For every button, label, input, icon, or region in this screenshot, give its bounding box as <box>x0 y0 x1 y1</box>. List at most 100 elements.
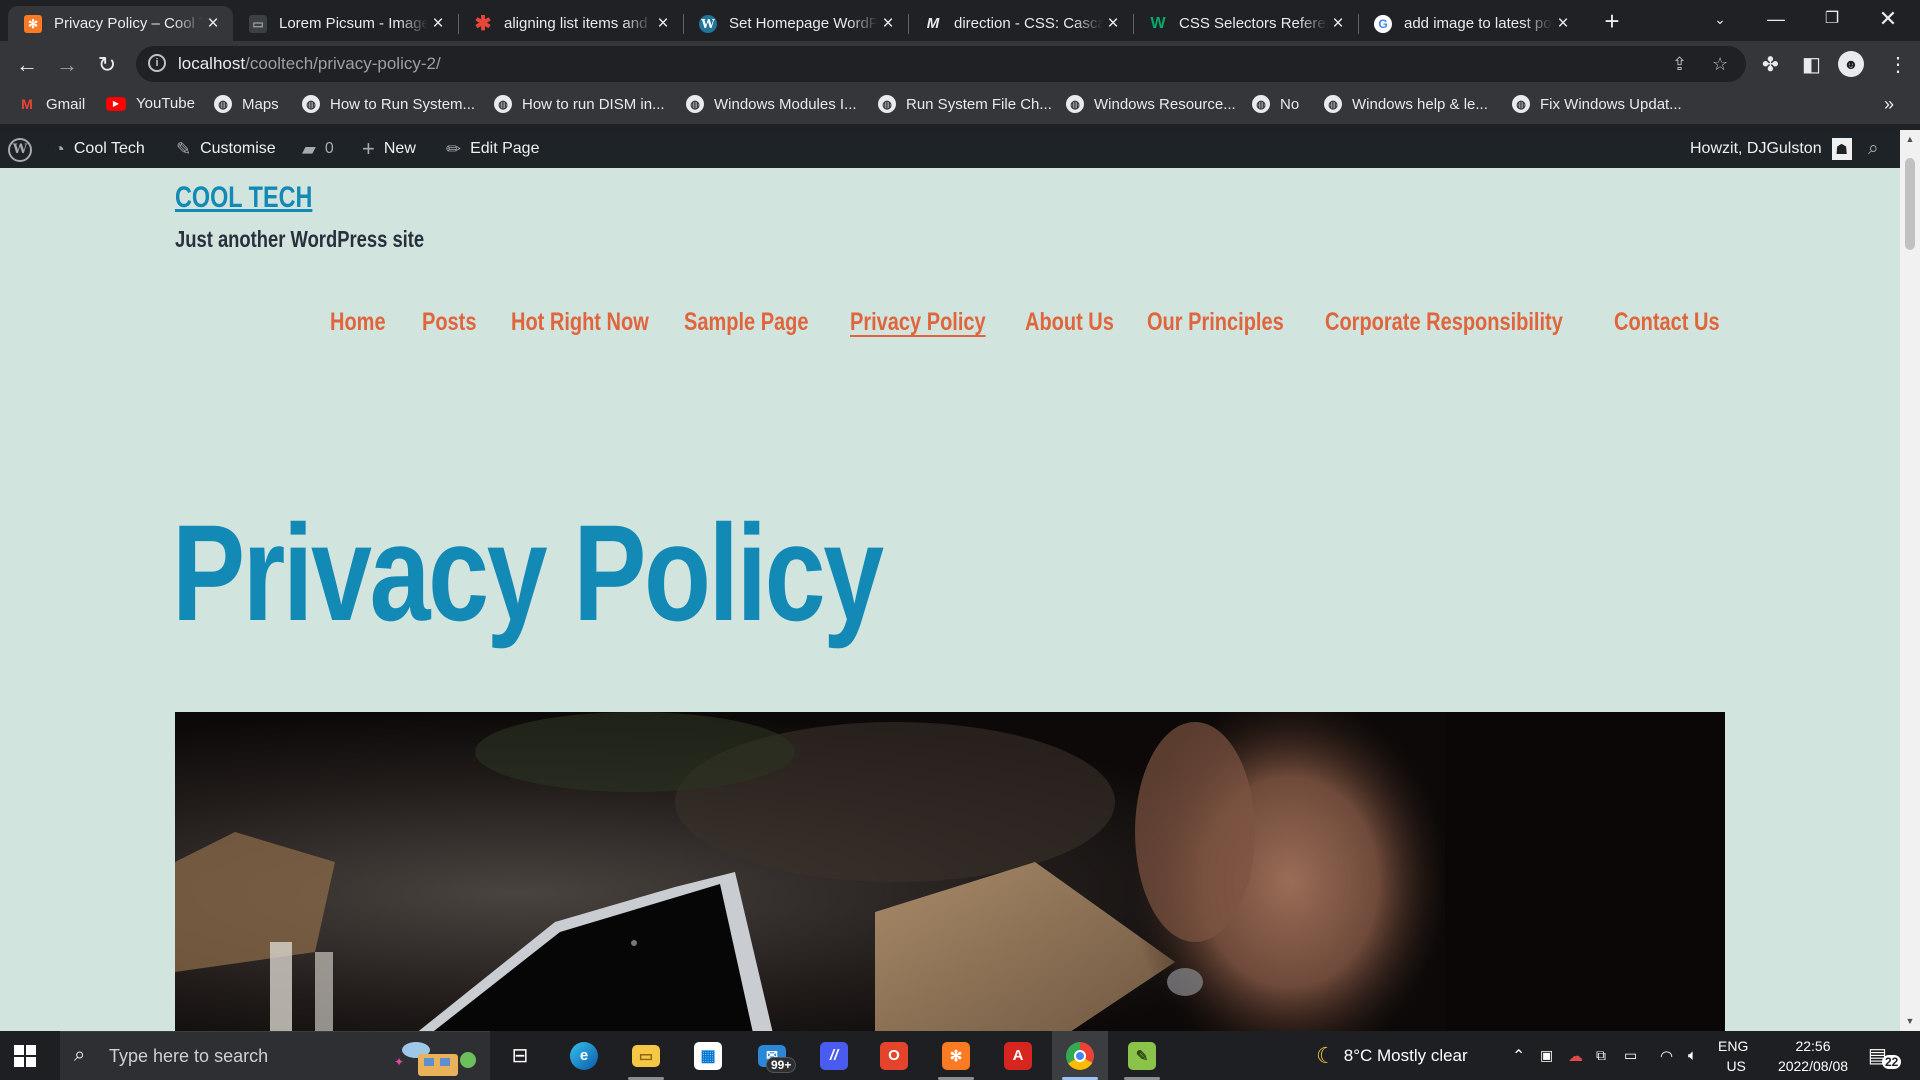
battery-icon[interactable]: ▭ <box>1624 1031 1637 1080</box>
close-tab-icon[interactable]: × <box>1553 13 1573 35</box>
bookmark-label: No <box>1280 95 1300 113</box>
taskbar-file-explorer[interactable]: ▭ <box>618 1031 674 1080</box>
admin-new[interactable]: + New <box>362 130 416 168</box>
tab-privacy-policy[interactable]: ✻ Privacy Policy – Cool Tech × <box>8 6 233 41</box>
forward-button[interactable]: → <box>52 50 82 80</box>
gmail-icon: M <box>21 96 33 112</box>
tab-direction-css[interactable]: M direction - CSS: Cascading × <box>908 6 1133 41</box>
taskbar-search-box[interactable]: ⌕ Type here to search ✦ <box>60 1031 490 1080</box>
side-panel-icon[interactable]: ◧ <box>1802 52 1821 77</box>
taskbar-chrome[interactable] <box>1052 1031 1108 1080</box>
bookmark-fix-windows-update[interactable]: ◍ Fix Windows Updat... <box>1512 95 1682 113</box>
meet-now-icon[interactable]: ▣ <box>1540 1031 1553 1080</box>
tab-add-image[interactable]: G add image to latest posts × <box>1358 6 1583 41</box>
taskbar-acrobat[interactable]: A <box>990 1031 1046 1080</box>
bookmark-star-icon[interactable]: ☆ <box>1712 54 1728 75</box>
share-icon[interactable]: ⇪ <box>1672 54 1687 75</box>
nav-hot-right-now[interactable]: Hot Right Now <box>511 308 649 337</box>
taskbar-office[interactable]: O <box>866 1031 922 1080</box>
admin-edit-page[interactable]: ✏ Edit Page <box>446 130 539 168</box>
task-view-button[interactable]: ⊟ <box>492 1031 548 1080</box>
volume-icon[interactable]: 🔈︎ <box>1688 1031 1697 1080</box>
tab-set-homepage[interactable]: W Set Homepage WordPress × <box>683 6 908 41</box>
bookmark-maps[interactable]: ◍ Maps <box>214 95 279 113</box>
site-info-icon[interactable]: i <box>148 54 166 72</box>
bookmark-label: Windows Resource... <box>1094 95 1236 113</box>
more-bookmarks-chevron-icon[interactable]: » <box>1884 94 1894 115</box>
tab-aligning-list[interactable]: ✱ aligning list items and × <box>458 6 683 41</box>
reload-button[interactable]: ↻ <box>92 50 122 80</box>
nav-about-us[interactable]: About Us <box>1025 308 1114 337</box>
scroll-up-arrow-icon[interactable]: ▲ <box>1900 134 1920 144</box>
close-tab-icon[interactable]: × <box>878 13 898 35</box>
scrollbar-thumb[interactable] <box>1905 158 1915 250</box>
bookmarks-bar: M Gmail ▶ YouTube ◍ Maps ◍ How to Run Sy… <box>0 88 1920 124</box>
back-button[interactable]: ← <box>12 50 42 80</box>
admin-site-name-label: Cool Tech <box>73 140 145 157</box>
weather-widget[interactable]: ☾ 8°C Mostly clear <box>1316 1031 1468 1080</box>
weather-text: 8°C Mostly clear <box>1343 1045 1468 1065</box>
close-tab-icon[interactable]: × <box>1328 13 1348 35</box>
minimize-button[interactable]: — <box>1748 0 1804 41</box>
tab-search-chevron-icon[interactable]: ⌄ <box>1692 0 1748 41</box>
show-hidden-icons-chevron-icon[interactable]: ⌃ <box>1512 1031 1525 1080</box>
onedrive-icon[interactable]: ☁ <box>1568 1031 1583 1080</box>
new-tab-button[interactable]: + <box>1598 6 1626 36</box>
close-tab-icon[interactable]: × <box>203 13 223 35</box>
nav-sample-page[interactable]: Sample Page <box>684 308 809 337</box>
taskbar-edge[interactable]: e <box>556 1031 612 1080</box>
restore-button[interactable]: ❐ <box>1804 0 1860 41</box>
bookmark-windows-resource[interactable]: ◍ Windows Resource... <box>1066 95 1236 113</box>
taskbar-notepad[interactable]: ✎ <box>1114 1031 1170 1080</box>
wordpress-logo-icon[interactable]: W <box>8 138 32 162</box>
bookmark-run-system[interactable]: ◍ How to Run System... <box>302 95 475 113</box>
bookmark-no[interactable]: ◍ No <box>1252 95 1299 113</box>
taskbar-mail[interactable]: ✉ 99+ <box>744 1031 800 1080</box>
bookmark-run-sfc[interactable]: ◍ Run System File Ch... <box>878 95 1052 113</box>
nav-corporate-responsibility[interactable]: Corporate Responsibility <box>1325 308 1563 337</box>
address-bar[interactable]: i localhost/cooltech/privacy-policy-2/ ⇪… <box>136 46 1746 82</box>
scroll-down-arrow-icon[interactable]: ▼ <box>1900 1016 1920 1026</box>
close-window-button[interactable]: ✕ <box>1860 0 1916 41</box>
profile-avatar[interactable]: ☻ <box>1838 51 1864 77</box>
nav-privacy-policy[interactable]: Privacy Policy <box>850 308 986 337</box>
admin-comments[interactable]: ▰ 0 <box>302 130 334 168</box>
clock[interactable]: 22:56 2022/08/08 <box>1770 1031 1856 1080</box>
clock-date: 2022/08/08 <box>1777 1057 1849 1074</box>
close-tab-icon[interactable]: × <box>1103 13 1123 35</box>
close-tab-icon[interactable]: × <box>653 13 673 35</box>
extensions-puzzle-icon[interactable]: ✤ <box>1762 52 1779 77</box>
windows-start-icon[interactable] <box>14 1045 36 1067</box>
nav-home[interactable]: Home <box>330 308 386 337</box>
pencil-icon: ✏ <box>446 138 462 159</box>
nav-posts[interactable]: Posts <box>422 308 476 337</box>
taskbar-store[interactable]: ▦ <box>680 1031 736 1080</box>
w3schools-icon: W <box>1150 14 1166 32</box>
url-text[interactable]: localhost/cooltech/privacy-policy-2/ <box>178 54 441 74</box>
youtube-icon: ▶ <box>106 96 126 111</box>
nav-our-principles[interactable]: Our Principles <box>1147 308 1284 337</box>
taskbar-visual-studio[interactable]: // <box>806 1031 862 1080</box>
tab-lorem-picsum[interactable]: ▭ Lorem Picsum - Images × <box>233 6 458 41</box>
wifi-icon[interactable]: ◠ <box>1660 1031 1673 1080</box>
taskbar-xampp[interactable]: ✻ <box>928 1031 984 1080</box>
bookmark-windows-help[interactable]: ◍ Windows help & le... <box>1324 95 1488 113</box>
language-indicator[interactable]: ENG US <box>1718 1031 1748 1080</box>
nav-contact-us[interactable]: Contact Us <box>1614 308 1720 337</box>
tab-css-selectors[interactable]: W CSS Selectors Reference × <box>1133 6 1358 41</box>
page-scrollbar[interactable]: ▲ ▼ <box>1900 130 1920 1031</box>
bookmark-dism[interactable]: ◍ How to run DISM in... <box>494 95 665 113</box>
site-title[interactable]: COOL TECH <box>175 181 312 215</box>
menu-kebab-icon[interactable]: ⋮ <box>1888 52 1908 77</box>
close-tab-icon[interactable]: × <box>428 13 448 35</box>
bookmark-gmail[interactable]: M Gmail <box>18 95 85 113</box>
admin-site-name[interactable]: ◔ Cool Tech <box>54 130 145 168</box>
bookmark-youtube[interactable]: ▶ YouTube <box>106 95 195 112</box>
admin-search-icon[interactable]: ⌕ <box>1868 130 1879 168</box>
notification-center[interactable]: ▤ 22 <box>1868 1031 1902 1080</box>
admin-account[interactable]: Howzit, DJGulston ☗ <box>1690 130 1852 168</box>
mail-badge: 99+ <box>766 1057 797 1073</box>
display-icon[interactable]: ⧉ <box>1596 1031 1606 1080</box>
admin-customise[interactable]: ✎ Customise <box>176 130 276 168</box>
bookmark-windows-modules[interactable]: ◍ Windows Modules I... <box>686 95 857 113</box>
